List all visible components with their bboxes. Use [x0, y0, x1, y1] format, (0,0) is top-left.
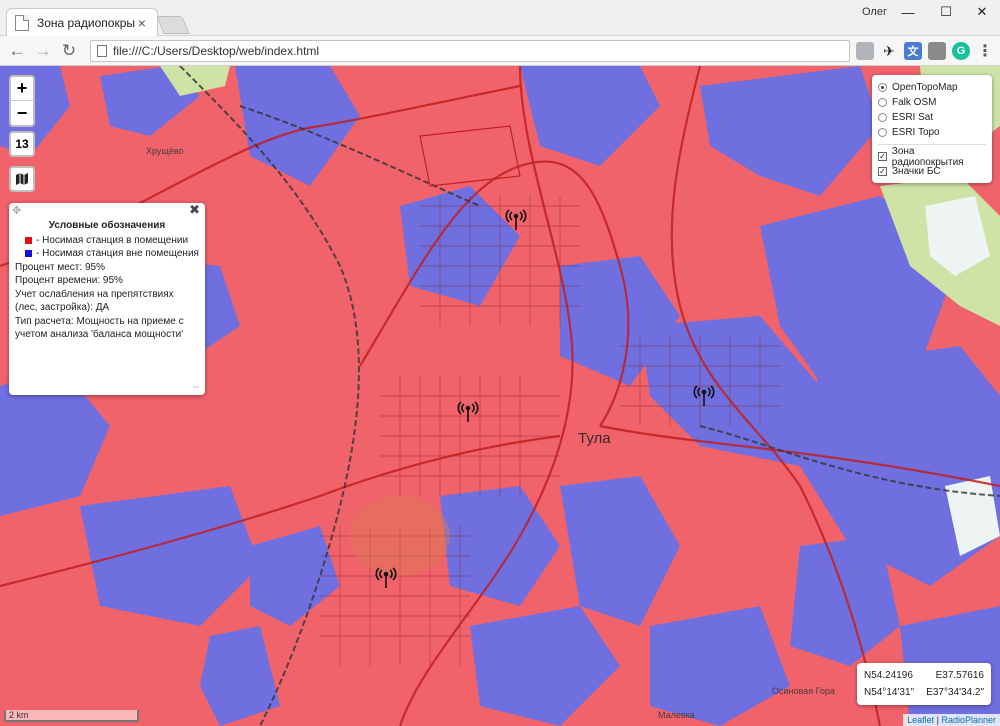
legend-close-icon[interactable]: ✖ — [189, 203, 200, 217]
tab-title: Зона радиопокрытия — [37, 15, 135, 30]
translate-extension-icon[interactable]: 文 — [904, 42, 922, 60]
tab-close-icon[interactable]: × — [135, 15, 149, 31]
overlay-option-coverage[interactable]: ✓ Зона радиопокрытия — [878, 146, 986, 168]
legend-line: (лес, застройка): ДА — [15, 302, 110, 313]
attribution: Leaflet | RadioPlanner — [903, 714, 1000, 726]
latitude-decimal: N54.24196 — [864, 670, 913, 681]
layer-option-esri-sat[interactable]: ESRI Sat — [878, 110, 986, 125]
legend-swatch — [25, 250, 32, 258]
address-bar[interactable]: file:///C:/Users/Desktop/web/index.html — [90, 40, 850, 62]
leaflet-link[interactable]: Leaflet — [907, 715, 934, 725]
file-icon — [97, 45, 107, 57]
legend-line: Процент мест: 95% — [15, 261, 105, 273]
forward-button[interactable]: → — [32, 40, 54, 62]
place-label: Хрущёво — [146, 146, 184, 156]
legend-line: Тип расчета: Мощность на приеме с — [15, 315, 184, 327]
city-label: Тула — [578, 430, 611, 447]
overlay-label: Значки БС — [892, 166, 941, 177]
minimize-button[interactable]: — — [890, 0, 926, 24]
grammar-extension-icon[interactable]: G — [952, 42, 970, 60]
scale-bar: 2 km — [4, 710, 139, 722]
legend-item: - Носимая станция вне помещения — [15, 247, 199, 261]
page-icon — [15, 14, 29, 31]
zoom-level-indicator: 13 — [9, 131, 35, 157]
ghost-extension-icon[interactable] — [856, 42, 874, 60]
browser-titlebar: Зона радиопокрытия × Олег — ☐ ✕ — [0, 0, 1000, 36]
coordinates-panel: N54.24196 E37.57616 N54°14'31" E37°34'34… — [857, 663, 991, 705]
longitude-dms: E37°34'34.2" — [926, 687, 984, 698]
browser-toolbar: ← → ↻ file:///C:/Users/Desktop/web/index… — [0, 36, 1000, 66]
radioplanner-link[interactable]: RadioPlanner — [941, 715, 996, 725]
layer-option-esri-topo[interactable]: ESRI Topo — [878, 125, 986, 140]
checkbox[interactable]: ✓ — [878, 167, 887, 176]
layer-label: Falk OSM — [892, 97, 937, 108]
coverage-map — [0, 66, 1000, 726]
legend-item-label: - Носимая станция вне помещения — [36, 248, 199, 259]
menu-icon[interactable]: ⋮ — [976, 42, 994, 60]
layer-option-falk-osm[interactable]: Falk OSM — [878, 95, 986, 110]
longitude-decimal: E37.57616 — [935, 670, 984, 681]
save-extension-icon[interactable] — [928, 42, 946, 60]
legend-title: Условные обозначения — [48, 220, 166, 231]
radio-button[interactable] — [878, 128, 887, 137]
layer-label: ESRI Sat — [892, 112, 934, 123]
latitude-dms: N54°14'31" — [864, 687, 915, 698]
map-canvas[interactable]: Тула Хрущёво Осиновая Гора Малевка + − 1… — [0, 66, 1000, 726]
back-button[interactable]: ← — [6, 40, 28, 62]
checkbox[interactable]: ✓ — [878, 152, 887, 161]
reload-button[interactable]: ↻ — [58, 40, 80, 62]
layer-label: OpenTopoMap — [892, 82, 958, 93]
url-text[interactable]: file:///C:/Users/Desktop/web/index.html — [113, 44, 319, 58]
legend-line: Учет ослабления на препятствиях — [15, 288, 174, 300]
plane-extension-icon[interactable]: ✈ — [880, 42, 898, 60]
legend-line: Процент времени: 95% — [15, 275, 123, 286]
layers-control: OpenTopoMap Falk OSM ESRI Sat ESRI Topo … — [872, 75, 992, 183]
layer-option-opentopomap[interactable]: OpenTopoMap — [878, 80, 986, 95]
overlay-label: Зона радиопокрытия — [891, 145, 964, 168]
zoom-control: + − — [9, 75, 35, 127]
radio-button[interactable] — [878, 113, 887, 122]
drag-handle-icon[interactable]: ✥ — [12, 205, 21, 219]
legend-item: - Носимая станция в помещении — [15, 234, 199, 248]
radio-button[interactable] — [878, 83, 887, 92]
zoom-in-button[interactable]: + — [11, 77, 33, 101]
zoom-out-button[interactable]: − — [11, 101, 33, 125]
legend-item-label: - Носимая станция в помещении — [36, 234, 189, 246]
new-tab-button[interactable] — [156, 16, 190, 34]
legend-panel[interactable]: ✥ ✖ Условные обозначения - Носимая станц… — [9, 203, 205, 395]
maximize-button[interactable]: ☐ — [928, 0, 964, 24]
place-label: Осиновая Гора — [772, 686, 835, 696]
legend-swatch — [25, 236, 32, 244]
close-window-button[interactable]: ✕ — [964, 0, 1000, 24]
browser-tab[interactable]: Зона радиопокрытия × — [6, 8, 158, 36]
resize-handle-icon[interactable]: ⇔ — [191, 380, 201, 394]
profile-name[interactable]: Олег — [862, 6, 887, 18]
layer-label: ESRI Topo — [892, 127, 940, 138]
radio-button[interactable] — [878, 98, 887, 107]
place-label: Малевка — [658, 710, 695, 720]
legend-line: учетом анализа 'баланса мощности' — [15, 329, 184, 340]
map-icon[interactable] — [9, 166, 35, 192]
